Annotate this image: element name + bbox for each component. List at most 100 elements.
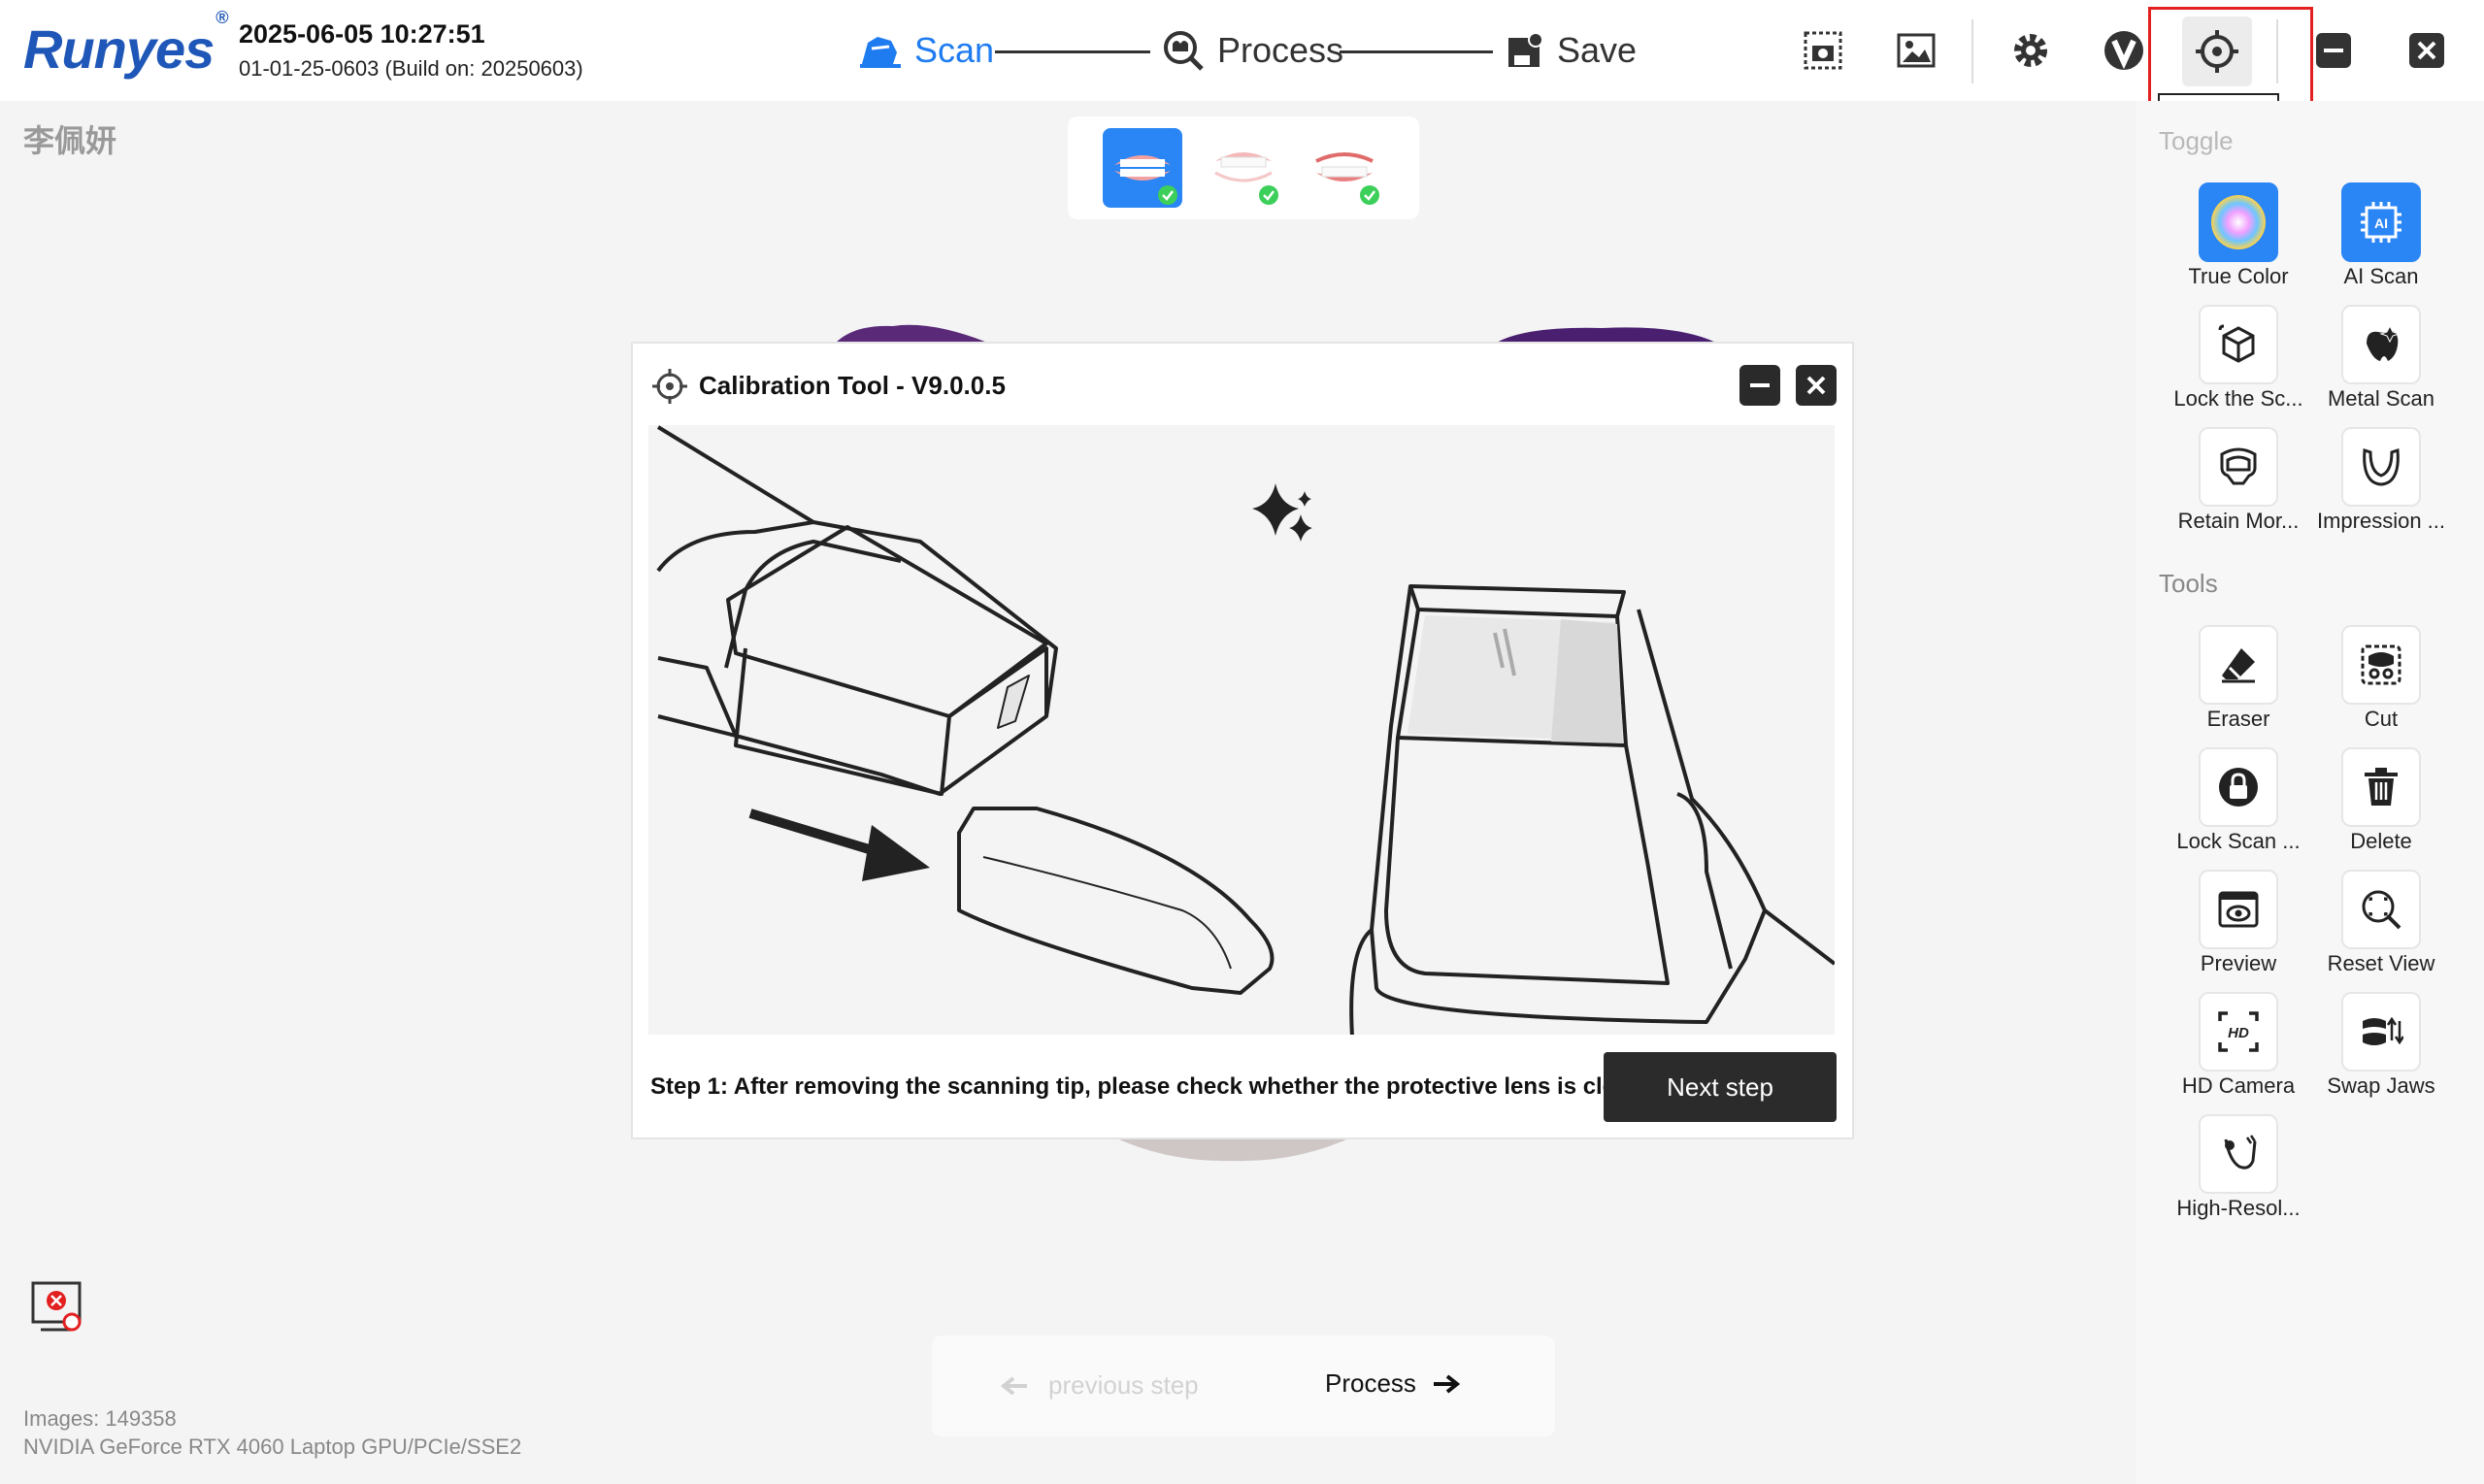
process-icon [1164,31,1204,71]
close-icon [1806,376,1826,395]
hd-camera-icon: HD [2218,1011,2259,1052]
next-step-button[interactable]: Next step [1604,1052,1837,1122]
eraser-button[interactable] [2199,625,2278,705]
step-scan[interactable]: Scan [858,25,994,76]
header-bar: Runyes® 2025-06-05 10:27:51 01-01-25-060… [0,0,2484,101]
screen-share-icon [31,1281,82,1332]
minimize-window-button[interactable] [2308,25,2359,76]
ai-scan-label: AI Scan [2343,264,2419,288]
check-icon [1360,185,1379,205]
arrow-left-icon [1000,1375,1027,1396]
eraser-icon [2222,648,2255,683]
step-navigation-bar: previous step Process [932,1336,1555,1436]
close-icon [2409,33,2444,68]
v-button[interactable] [2099,25,2149,76]
screen-share-button[interactable] [27,1279,85,1337]
gear-icon [2014,34,2047,67]
v-logo-icon [2104,31,2143,70]
previous-step-button[interactable]: previous step [1000,1370,1199,1401]
calibration-icon [652,369,687,404]
minimize-icon [2316,33,2351,68]
retain-icon [2220,447,2257,485]
lock-the-scan-button[interactable] [2199,305,2278,384]
preview-icon [2218,891,2259,928]
gallery-icon [1897,33,1936,68]
metal-scan-label: Metal Scan [2327,386,2435,411]
high-resolution-button[interactable] [2199,1114,2278,1194]
high-resolution-label: High-Resol... [2176,1196,2301,1220]
scan-fragment [1495,327,1718,344]
impression-label: Impression ... [2316,509,2446,533]
save-icon [1508,32,1543,67]
settings-button[interactable] [2005,25,2056,76]
check-icon [1259,185,1278,205]
previous-step-label: previous step [1048,1370,1199,1400]
svg-text:AI: AI [2374,215,2388,231]
lock-scan-button[interactable] [2199,747,2278,827]
arrow-right-icon [1433,1373,1461,1394]
delete-button[interactable] [2341,747,2421,827]
scan-icon [860,37,901,68]
calibration-dialog: Calibration Tool - V9.0.0.5 Step 1: Afte… [631,342,1854,1139]
images-count: Images: 149358 [23,1406,177,1431]
lock-scan-cube-icon [2218,324,2255,363]
step-connector [995,50,1150,53]
swap-jaws-button[interactable] [2341,992,2421,1072]
lock-scan-label: Lock Scan ... [2176,829,2301,853]
header-divider [1971,19,1973,83]
tools-section-title: Tools [2159,569,2218,598]
true-color-button[interactable] [2199,182,2278,262]
eraser-label: Eraser [2206,707,2270,731]
dialog-step-text: Step 1: After removing the scanning tip,… [650,1073,1651,1100]
build-text: 01-01-25-0603 (Build on: 20250603) [239,56,583,81]
impression-button[interactable] [2341,427,2421,507]
retain-more-label: Retain Mor... [2177,509,2300,533]
hd-camera-button[interactable]: HD [2199,992,2278,1072]
dialog-title: Calibration Tool - V9.0.0.5 [699,371,1006,400]
cut-button[interactable] [2341,625,2421,705]
reset-view-label: Reset View [2327,951,2435,975]
gpu-info: NVIDIA GeForce RTX 4060 Laptop GPU/PCIe/… [23,1435,522,1459]
runyes-logo: Runyes® [23,8,229,80]
step-process-label: Process [1217,30,1344,70]
high-resolution-icon [2224,1135,2257,1170]
ai-scan-icon: AI [2361,202,2401,243]
scan-fragment [835,324,990,344]
minimize-icon [1750,383,1770,387]
patient-name: 李佩妍 [23,123,117,158]
trash-icon [2365,768,2398,806]
metal-scan-button[interactable] [2341,305,2421,384]
step-save[interactable]: Save [1505,25,1637,76]
step-connector [1340,50,1493,53]
lock-the-scan-label: Lock the Sc... [2173,386,2303,411]
right-tool-panel: Toggle True Color AI AI Scan Lock the Sc… [2136,101,2484,1484]
ai-scan-button[interactable]: AI [2341,182,2421,262]
screenshot-button[interactable] [1798,25,1848,76]
true-color-label: True Color [2188,264,2289,288]
step-process[interactable]: Process [1161,25,1343,76]
swap-jaws-label: Swap Jaws [2327,1073,2435,1098]
jaw-selector [1068,116,1419,219]
close-window-button[interactable] [2401,25,2452,76]
true-color-icon [2211,195,2266,249]
dialog-close-button[interactable] [1796,365,1837,406]
screenshot-icon [1804,31,1842,70]
reset-view-button[interactable] [2341,870,2421,949]
svg-text:HD: HD [2228,1025,2249,1041]
swap-jaws-icon [2363,1016,2403,1045]
retain-more-button[interactable] [2199,427,2278,507]
lock-icon [2219,768,2258,807]
cut-icon [2361,644,2401,685]
preview-button[interactable] [2199,870,2278,949]
delete-label: Delete [2350,829,2412,853]
gallery-button[interactable] [1891,25,1941,76]
check-icon [1158,185,1177,205]
calibration-illustration [648,425,1835,1035]
reset-view-icon [2362,890,2401,930]
scanner-tip-illustration [656,425,1835,1035]
hd-camera-label: HD Camera [2181,1073,2296,1098]
datetime-text: 2025-06-05 10:27:51 [239,19,485,49]
dialog-minimize-button[interactable] [1739,365,1780,406]
preview-label: Preview [2200,951,2277,975]
next-process-button[interactable]: Process [1325,1369,1461,1399]
